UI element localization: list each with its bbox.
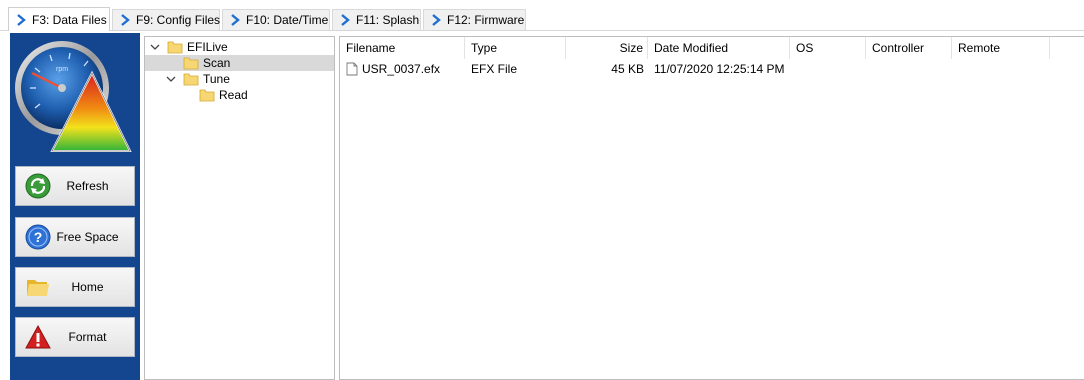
tree-item-read[interactable]: Read [199, 87, 319, 103]
efilive-gauge-logo: rpm [15, 41, 132, 152]
column-header-filename[interactable]: Filename [340, 37, 465, 59]
refresh-label: Refresh [66, 179, 109, 193]
column-header-size[interactable]: Size [566, 37, 648, 59]
folder-icon [183, 57, 199, 69]
chevron-right-icon [432, 14, 441, 26]
tree-item-tune[interactable]: Tune [165, 71, 325, 87]
folder-icon [183, 73, 199, 85]
home-button[interactable]: Home [15, 267, 135, 307]
tree-item-label: Scan [203, 56, 231, 70]
column-header-controller[interactable]: Controller [866, 37, 952, 59]
free-space-label: Free Space [56, 230, 119, 244]
tab-label: F11: Splash [356, 13, 420, 27]
chevron-down-icon[interactable] [149, 41, 161, 53]
warning-icon [25, 324, 51, 349]
folder-icon [167, 41, 183, 53]
tab-splash[interactable]: F11: Splash [332, 9, 421, 30]
tab-firmware[interactable]: F12: Firmware [423, 9, 526, 30]
cell-remote [958, 59, 1050, 79]
refresh-button[interactable]: Refresh [15, 166, 135, 206]
tree-item-efilive[interactable]: EFILive [149, 39, 329, 55]
folder-icon [199, 89, 215, 101]
tab-label: F9: Config Files [136, 13, 221, 27]
left-panel: rpm Refresh ? Free Space Home Format [10, 33, 140, 380]
chevron-down-icon[interactable] [165, 73, 177, 85]
cell-date-modified: 11/07/2020 12:25:14 PM [654, 62, 785, 76]
format-label: Format [68, 330, 107, 344]
cell-controller [872, 59, 952, 79]
tab-config-files[interactable]: F9: Config Files [112, 9, 220, 30]
tab-data-files[interactable]: F3: Data Files [8, 7, 110, 31]
refresh-icon [25, 173, 51, 199]
column-header-remote[interactable]: Remote [952, 37, 1050, 59]
tab-label: F3: Data Files [32, 12, 107, 27]
chevron-right-icon [231, 14, 240, 26]
tab-label: F12: Firmware [447, 13, 525, 27]
tree-item-label: Tune [203, 72, 230, 86]
folder-icon [27, 280, 49, 296]
column-header-os[interactable]: OS [790, 37, 866, 59]
chevron-right-icon [121, 14, 130, 26]
home-label: Home [71, 280, 104, 294]
cell-type: EFX File [471, 62, 518, 76]
file-icon [346, 62, 358, 76]
tree-item-label: EFILive [187, 40, 228, 54]
tab-label: F10: Date/Time [246, 13, 329, 27]
file-list[interactable]: Filename Type Size Date Modified OS Cont… [339, 36, 1084, 380]
tree-item-label: Read [219, 88, 248, 102]
cell-filename: USR_0037.efx [346, 59, 464, 79]
cell-os [796, 59, 866, 79]
cell-size: 45 KB [611, 62, 644, 76]
folder-tree[interactable]: EFILive Scan Tune Read [144, 36, 335, 380]
chevron-right-icon [17, 13, 26, 26]
column-header-date-modified[interactable]: Date Modified [648, 37, 790, 59]
tab-strip: F3: Data Files F9: Config Files F10: Dat… [0, 0, 1084, 31]
svg-text:?: ? [34, 229, 43, 245]
tree-item-scan[interactable]: Scan [145, 55, 334, 71]
gauge-rpm-text: rpm [56, 66, 68, 73]
chevron-right-icon [341, 14, 350, 26]
tab-date-time[interactable]: F10: Date/Time [222, 9, 330, 30]
format-button[interactable]: Format [15, 317, 135, 357]
help-icon: ? [25, 224, 51, 250]
column-header-type[interactable]: Type [465, 37, 566, 59]
free-space-button[interactable]: ? Free Space [15, 217, 135, 257]
